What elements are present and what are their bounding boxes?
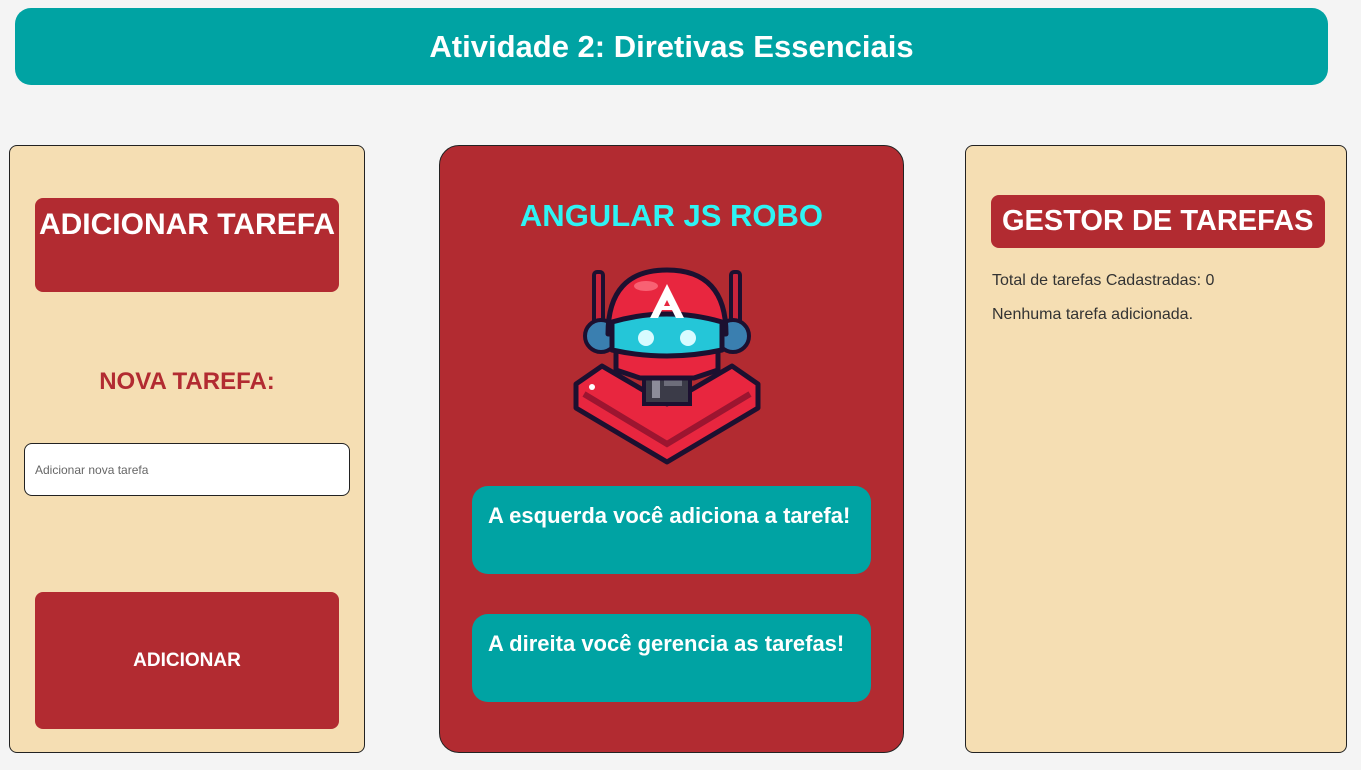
add-task-title: ADICIONAR TAREFA — [35, 198, 339, 292]
empty-task-message: Nenhuma tarefa adicionada. — [992, 306, 1194, 323]
task-total-count: Total de tarefas Cadastradas: 0 — [992, 272, 1215, 289]
add-task-panel: ADICIONAR TAREFA NOVA TAREFA: ADICIONAR — [9, 145, 365, 753]
task-manager-panel: GESTOR DE TAREFAS Total de tarefas Cadas… — [965, 145, 1347, 753]
task-manager-title: GESTOR DE TAREFAS — [991, 195, 1325, 248]
page-title: Atividade 2: Diretivas Essenciais — [429, 28, 914, 64]
right-hint-message: A direita você gerencia as tarefas! — [472, 614, 871, 702]
robot-mascot-icon — [573, 267, 761, 465]
page-header: Atividade 2: Diretivas Essenciais — [15, 8, 1328, 85]
left-hint-message: A esquerda você adiciona a tarefa! — [472, 486, 871, 574]
robot-panel: ANGULAR JS ROBO A esquerda você adiciona… — [439, 145, 904, 753]
add-task-button[interactable]: ADICIONAR — [35, 592, 339, 729]
new-task-input[interactable] — [24, 443, 350, 496]
new-task-label: NOVA TAREFA: — [99, 368, 275, 395]
robot-title: ANGULAR JS ROBO — [519, 198, 824, 233]
